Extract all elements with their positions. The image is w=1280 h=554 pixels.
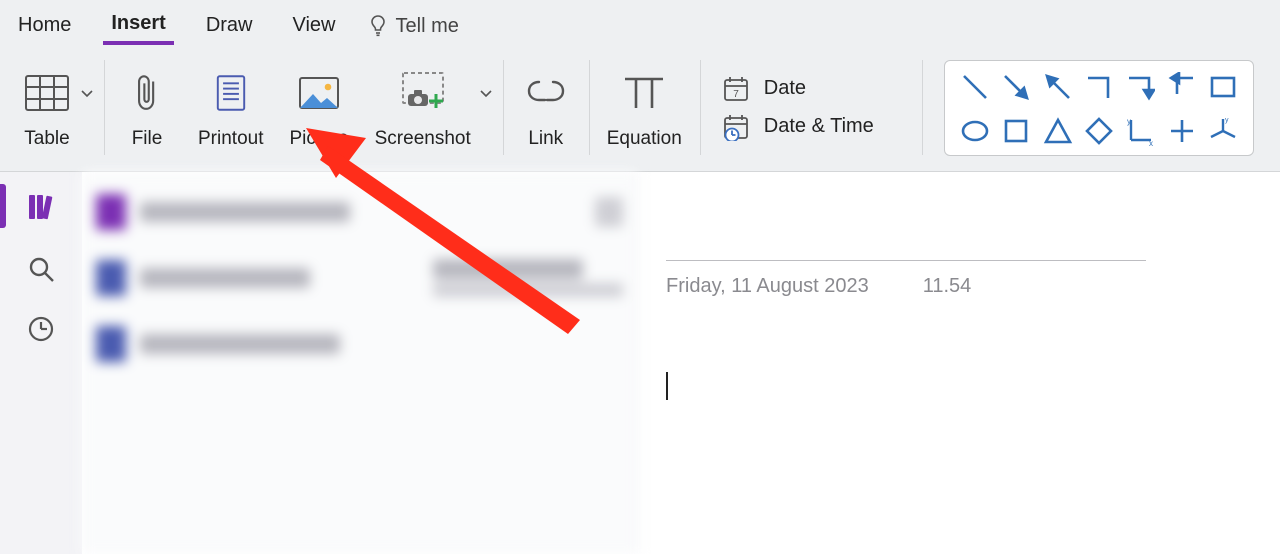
equation-button[interactable]: Equation — [599, 62, 690, 154]
tell-me-label: Tell me — [396, 15, 459, 38]
printout-label: Printout — [198, 128, 263, 150]
svg-text:y: y — [1225, 117, 1229, 124]
page-date: Friday, 11 August 2023 — [666, 275, 869, 298]
shape-square-icon[interactable] — [998, 113, 1034, 149]
printout-icon — [206, 68, 256, 118]
screenshot-icon — [398, 68, 448, 118]
group-files: File Printout Pi — [104, 48, 503, 167]
text-cursor — [666, 372, 668, 400]
rail-notebooks[interactable] — [24, 190, 58, 224]
file-button[interactable]: File — [114, 62, 180, 154]
tab-draw[interactable]: Draw — [198, 10, 261, 43]
equation-label: Equation — [607, 128, 682, 150]
tell-me[interactable]: Tell me — [368, 14, 459, 38]
shape-ellipse-icon[interactable] — [957, 113, 993, 149]
picture-icon — [294, 68, 344, 118]
list-item[interactable] — [96, 252, 623, 304]
table-dropdown[interactable] — [80, 62, 94, 98]
note-canvas[interactable]: Friday, 11 August 2023 11.54 — [638, 172, 1280, 554]
shape-elbow-arrow-icon[interactable] — [1122, 69, 1158, 105]
tab-home[interactable]: Home — [10, 10, 79, 43]
ribbon-tabs: Home Insert Draw View Tell me — [0, 0, 1280, 44]
picture-button[interactable]: Picture — [281, 62, 356, 154]
nav-rail — [0, 172, 82, 554]
group-timestamp: 7 Date Date & Time — [700, 48, 896, 167]
shape-line-down-icon[interactable] — [957, 69, 993, 105]
page-time: 11.54 — [923, 275, 972, 298]
shape-axes-xy-icon[interactable]: yx — [1122, 113, 1158, 149]
shape-triangle-icon[interactable] — [1040, 113, 1076, 149]
picture-label: Picture — [289, 128, 348, 150]
link-icon — [521, 68, 571, 118]
title-separator — [666, 260, 1146, 261]
rail-indicator — [0, 184, 6, 228]
rail-search[interactable] — [26, 254, 56, 284]
date-time-button[interactable]: Date & Time — [722, 113, 874, 141]
equation-icon — [619, 68, 669, 118]
lightbulb-icon — [368, 14, 388, 38]
date-time-label: Date & Time — [764, 115, 874, 138]
group-shapes: yx y — [922, 48, 1276, 167]
svg-text:x: x — [1149, 139, 1153, 146]
group-equation: Equation — [589, 48, 700, 167]
date-time-icon — [722, 113, 750, 141]
table-label: Table — [24, 128, 69, 150]
shape-diamond-icon[interactable] — [1081, 113, 1117, 149]
shape-elbow-arrow2-icon[interactable] — [1164, 69, 1200, 105]
svg-text:7: 7 — [733, 89, 739, 100]
printout-button[interactable]: Printout — [190, 62, 271, 154]
paperclip-icon — [122, 68, 172, 118]
shapes-gallery[interactable]: yx y — [944, 60, 1254, 156]
shape-plus-icon[interactable] — [1164, 113, 1200, 149]
date-button[interactable]: 7 Date — [722, 75, 874, 103]
svg-text:y: y — [1127, 117, 1131, 126]
group-tables: Table — [4, 48, 104, 167]
shape-elbow1-icon[interactable] — [1081, 69, 1117, 105]
group-link: Link — [503, 48, 589, 167]
table-button[interactable]: Table — [14, 62, 80, 154]
date-label: Date — [764, 77, 806, 100]
list-item[interactable] — [96, 186, 623, 238]
content-area: Friday, 11 August 2023 11.54 — [0, 172, 1280, 554]
screenshot-label: Screenshot — [375, 128, 471, 150]
page-list[interactable] — [82, 172, 638, 554]
ribbon-insert: Table File — [0, 44, 1280, 172]
link-label: Link — [528, 128, 563, 150]
page-meta: Friday, 11 August 2023 11.54 — [666, 275, 1252, 298]
shape-arrow-up-icon[interactable] — [1040, 69, 1076, 105]
list-item[interactable] — [96, 318, 623, 370]
tab-view[interactable]: View — [285, 10, 344, 43]
table-icon — [22, 68, 72, 118]
screenshot-button[interactable]: Screenshot — [367, 62, 479, 154]
tab-insert[interactable]: Insert — [103, 8, 173, 45]
shape-axes3d-icon[interactable]: y — [1205, 113, 1241, 149]
file-label: File — [132, 128, 163, 150]
rail-recent[interactable] — [26, 314, 56, 344]
shape-rect-icon[interactable] — [1205, 69, 1241, 105]
date-icon: 7 — [722, 75, 750, 103]
screenshot-dropdown[interactable] — [479, 62, 493, 98]
link-button[interactable]: Link — [513, 62, 579, 154]
shape-arrow-down-icon[interactable] — [998, 69, 1034, 105]
